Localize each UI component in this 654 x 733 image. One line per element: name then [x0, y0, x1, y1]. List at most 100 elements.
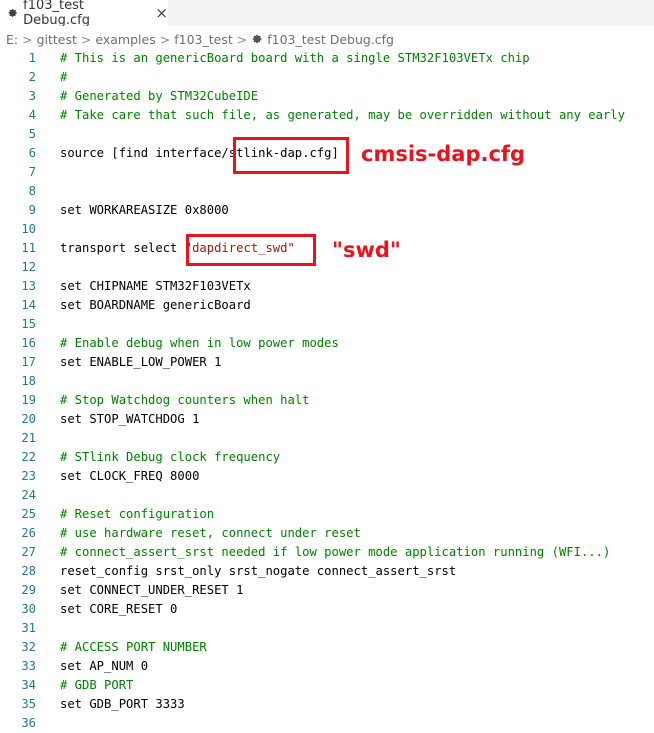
- code-line[interactable]: 21: [0, 429, 654, 448]
- code-text: set STOP_WATCHDOG 1: [60, 412, 200, 426]
- line-content: set CLOCK_FREQ 8000: [60, 467, 199, 486]
- line-content: set BOARDNAME genericBoard: [60, 296, 251, 315]
- line-number: 24: [21, 488, 36, 502]
- code-text: set CHIPNAME STM32F103VETx: [60, 279, 251, 293]
- line-number: 5: [28, 127, 36, 141]
- line-content: # Take care that such file, as generated…: [60, 106, 625, 125]
- code-line[interactable]: 26 # use hardware reset, connect under re…: [0, 524, 654, 543]
- breadcrumb-item-drive[interactable]: E:: [6, 32, 18, 47]
- annotation-swd: "swd": [332, 238, 401, 262]
- code-comment: # Stop Watchdog counters when halt: [60, 393, 310, 407]
- code-line[interactable]: 22 # STlink Debug clock frequency: [0, 448, 654, 467]
- close-icon[interactable]: ×: [155, 5, 168, 21]
- line-number: 14: [21, 298, 36, 312]
- code-line[interactable]: 8: [0, 182, 654, 201]
- code-line[interactable]: 15: [0, 315, 654, 334]
- code-line[interactable]: 18: [0, 372, 654, 391]
- code-line[interactable]: 20 set STOP_WATCHDOG 1: [0, 410, 654, 429]
- breadcrumb-item-file[interactable]: f103_test Debug.cfg: [267, 32, 394, 47]
- line-number: 22: [21, 450, 36, 464]
- code-line[interactable]: 16 # Enable debug when in low power modes: [0, 334, 654, 353]
- line-content: set STOP_WATCHDOG 1: [60, 410, 199, 429]
- line-content: set CONNECT_UNDER_RESET 1: [60, 581, 243, 600]
- line-content: # connect_assert_srst needed if low powe…: [60, 543, 610, 562]
- line-content: # STlink Debug clock frequency: [60, 448, 280, 467]
- line-number: 27: [21, 545, 36, 559]
- code-line[interactable]: 19 # Stop Watchdog counters when halt: [0, 391, 654, 410]
- line-number: 11: [21, 241, 36, 255]
- code-text: transport select: [60, 241, 185, 255]
- code-text: set GDB_PORT 3333: [60, 697, 185, 711]
- code-line[interactable]: 17 set ENABLE_LOW_POWER 1: [0, 353, 654, 372]
- line-number: 12: [21, 260, 36, 274]
- editor-tab[interactable]: f103_test Debug.cfg ×: [0, 0, 168, 28]
- code-line[interactable]: 31: [0, 619, 654, 638]
- code-text: set CLOCK_FREQ 8000: [60, 469, 200, 483]
- code-line[interactable]: 1 # This is an genericBoard board with a …: [0, 49, 654, 68]
- code-line[interactable]: 4 # Take care that such file, as generate…: [0, 106, 654, 125]
- line-number: 15: [21, 317, 36, 331]
- code-line[interactable]: 27 # connect_assert_srst needed if low po…: [0, 543, 654, 562]
- code-text: reset_config srst_only srst_nogate conne…: [60, 564, 457, 578]
- line-number: 2: [28, 70, 36, 84]
- line-number: 16: [21, 336, 36, 350]
- gear-icon: [8, 9, 17, 17]
- line-number: 28: [21, 564, 36, 578]
- code-line[interactable]: 2 #: [0, 68, 654, 87]
- code-text: set CORE_RESET 0: [60, 602, 178, 616]
- code-line[interactable]: 12: [0, 258, 654, 277]
- breadcrumb-item-examples[interactable]: examples: [95, 32, 155, 47]
- line-content: set ENABLE_LOW_POWER 1: [60, 353, 221, 372]
- code-line[interactable]: 35 set GDB_PORT 3333: [0, 695, 654, 714]
- code-text: set AP_NUM 0: [60, 659, 149, 673]
- line-number: 29: [21, 583, 36, 597]
- breadcrumb-separator: >: [159, 31, 171, 47]
- line-number: 23: [21, 469, 36, 483]
- code-line[interactable]: 23 set CLOCK_FREQ 8000: [0, 467, 654, 486]
- code-line[interactable]: 29 set CONNECT_UNDER_RESET 1: [0, 581, 654, 600]
- breadcrumb-separator: >: [80, 31, 92, 47]
- line-content: # This is an genericBoard board with a s…: [60, 49, 530, 68]
- code-line[interactable]: 9 set WORKAREASIZE 0x8000: [0, 201, 654, 220]
- highlight-box-interface: [233, 137, 349, 174]
- code-comment: # Generated by STM32CubeIDE: [60, 89, 259, 103]
- code-line[interactable]: 32 # ACCESS PORT NUMBER: [0, 638, 654, 657]
- code-comment: # ACCESS PORT NUMBER: [60, 640, 207, 654]
- code-line[interactable]: 14 set BOARDNAME genericBoard: [0, 296, 654, 315]
- breadcrumb-item-f103-test[interactable]: f103_test: [174, 32, 233, 47]
- code-line[interactable]: 11 transport select "dapdirect_swd": [0, 239, 654, 258]
- code-line[interactable]: 24: [0, 486, 654, 505]
- breadcrumb-item-gittest[interactable]: gittest: [37, 32, 77, 47]
- code-line[interactable]: 36: [0, 714, 654, 733]
- code-line[interactable]: 25 # Reset configuration: [0, 505, 654, 524]
- code-text: set WORKAREASIZE 0x8000: [60, 203, 229, 217]
- line-number: 8: [28, 184, 36, 198]
- code-line[interactable]: 3 # Generated by STM32CubeIDE: [0, 87, 654, 106]
- highlight-box-transport: [186, 234, 316, 266]
- line-number: 31: [21, 621, 36, 635]
- code-comment: #: [60, 70, 68, 84]
- line-content: set AP_NUM 0: [60, 657, 148, 676]
- code-comment: # This is an genericBoard board with a s…: [60, 51, 530, 65]
- code-line[interactable]: 28 reset_config srst_only srst_nogate con…: [0, 562, 654, 581]
- code-line[interactable]: 10: [0, 220, 654, 239]
- line-number: 1: [28, 51, 36, 65]
- line-content: # use hardware reset, connect under rese…: [60, 524, 361, 543]
- line-number: 21: [21, 431, 36, 445]
- line-number: 34: [21, 678, 36, 692]
- code-line[interactable]: 13 set CHIPNAME STM32F103VETx: [0, 277, 654, 296]
- line-content: #: [60, 68, 67, 87]
- breadcrumb-separator: >: [236, 31, 248, 47]
- code-comment: # GDB PORT: [60, 678, 134, 692]
- tab-title: f103_test Debug.cfg: [23, 0, 90, 28]
- line-content: set CHIPNAME STM32F103VETx: [60, 277, 251, 296]
- line-content: set GDB_PORT 3333: [60, 695, 185, 714]
- line-content: # Stop Watchdog counters when halt: [60, 391, 309, 410]
- line-content: # ACCESS PORT NUMBER: [60, 638, 207, 657]
- line-number: 25: [21, 507, 36, 521]
- code-text: set BOARDNAME genericBoard: [60, 298, 251, 312]
- code-line[interactable]: 34 # GDB PORT: [0, 676, 654, 695]
- line-number: 36: [21, 716, 36, 730]
- code-line[interactable]: 33 set AP_NUM 0: [0, 657, 654, 676]
- code-line[interactable]: 30 set CORE_RESET 0: [0, 600, 654, 619]
